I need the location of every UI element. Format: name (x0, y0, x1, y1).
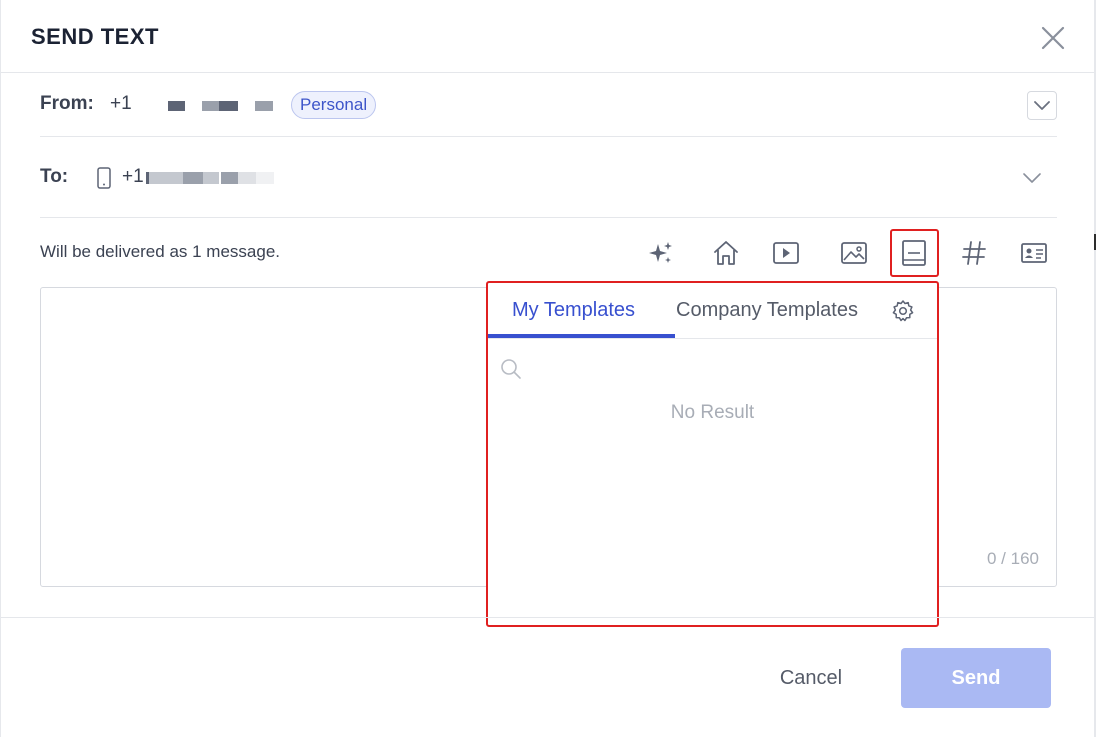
chevron-down-icon (1023, 173, 1041, 183)
hashtag-icon[interactable] (957, 236, 991, 270)
redacted-digits (168, 101, 185, 111)
dialog-header: SEND TEXT (1, 0, 1094, 73)
close-icon[interactable] (1039, 24, 1067, 52)
character-counter: 0 / 160 (987, 549, 1039, 568)
from-number-prefix: +1 (110, 93, 132, 114)
to-dropdown-toggle[interactable] (1019, 165, 1045, 191)
to-label: To: (40, 166, 69, 187)
personal-badge: Personal (291, 91, 377, 119)
redacted-digits (255, 101, 273, 111)
template-icon[interactable] (897, 236, 931, 270)
delivery-note: Will be delivered as 1 message. (40, 242, 281, 261)
to-row[interactable]: To: +1 (40, 137, 1057, 218)
empty-state-text: No Result (670, 402, 755, 423)
redacted-digits (256, 172, 274, 184)
redacted-digits (202, 101, 219, 111)
from-row[interactable]: From: +1 Personal (40, 73, 1057, 137)
tab-company-templates[interactable]: Company Templates (676, 299, 858, 322)
template-search-input[interactable] (528, 353, 923, 385)
active-tab-indicator (488, 334, 675, 338)
search-icon (500, 358, 522, 380)
tab-my-templates[interactable]: My Templates (512, 299, 635, 322)
redacted-digits (183, 172, 203, 184)
video-icon[interactable] (769, 236, 803, 270)
redacted-digits (238, 172, 256, 184)
templates-tabs: My Templates Company Templates (488, 283, 937, 339)
image-icon[interactable] (837, 236, 871, 270)
ai-sparkle-icon[interactable] (644, 236, 678, 270)
send-text-dialog: SEND TEXT From: +1 Personal To: +1 Will … (0, 0, 1096, 737)
cancel-button[interactable]: Cancel (761, 648, 861, 708)
redacted-digits (149, 172, 183, 184)
contact-card-icon[interactable] (1017, 236, 1051, 270)
templates-popup: My Templates Company Templates No Result (486, 281, 939, 627)
redacted-digits (219, 101, 238, 111)
redacted-digits (221, 172, 238, 184)
to-number-prefix: +1 (122, 166, 144, 187)
from-label: From: (40, 93, 94, 114)
dialog-title: SEND TEXT (31, 24, 159, 49)
send-button[interactable]: Send (901, 648, 1051, 708)
gear-icon[interactable] (891, 299, 915, 323)
chevron-down-icon (1034, 100, 1050, 110)
from-dropdown-toggle[interactable] (1027, 91, 1057, 120)
redacted-digits (203, 172, 219, 184)
mobile-phone-icon (97, 167, 111, 194)
home-icon[interactable] (709, 236, 743, 270)
